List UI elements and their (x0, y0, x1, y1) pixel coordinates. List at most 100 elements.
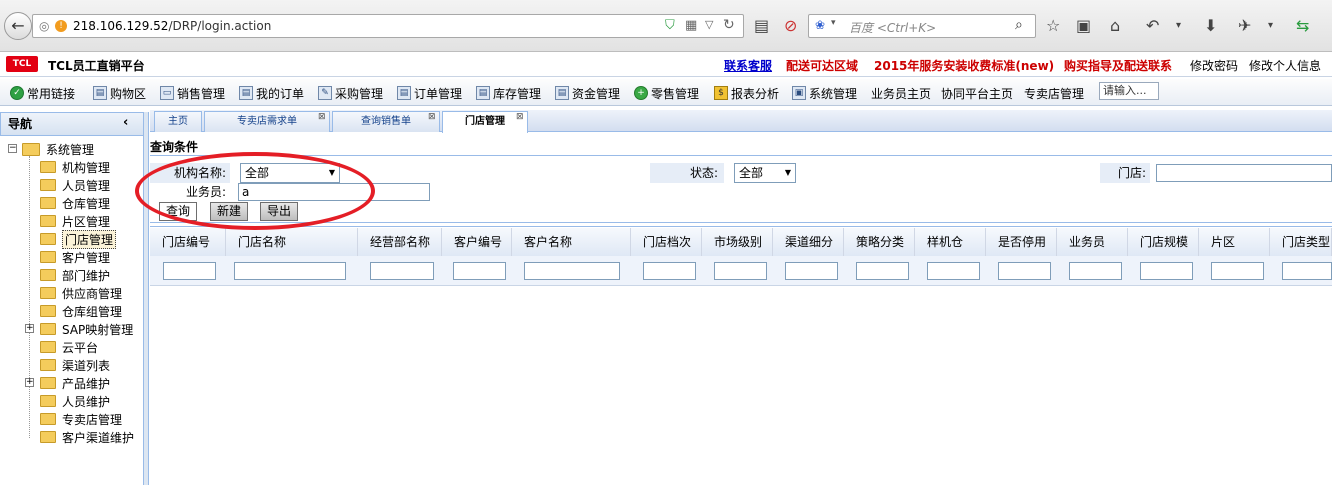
nav-item-customer[interactable]: 客户管理 (40, 248, 110, 266)
tree-expand-icon[interactable]: + (25, 324, 34, 333)
nav-item-store[interactable]: 门店管理 (40, 229, 117, 249)
filter-store-type[interactable] (1282, 262, 1332, 280)
home-icon[interactable]: ⌂ (1110, 16, 1120, 35)
filter-channel-detail[interactable] (785, 262, 838, 280)
dropdown-arrow-icon[interactable]: ▽ (705, 18, 713, 31)
close-icon[interactable]: ⊠ (516, 112, 524, 122)
toolbar-item-shopping[interactable]: ▤ 购物区 (93, 84, 146, 102)
col-customer-name[interactable]: 客户名称 (512, 228, 631, 256)
col-store-name[interactable]: 门店名称 (226, 228, 358, 256)
qrcode-icon[interactable]: ▦ (685, 18, 697, 33)
filter-disabled[interactable] (998, 262, 1051, 280)
address-bar[interactable]: ◎ ! 218.106.129.52/DRP/login.action ⛉ ▦ … (32, 14, 744, 38)
reload-icon[interactable]: ↻ (723, 17, 735, 33)
header-link-delivery-area[interactable]: 配送可达区域 (786, 57, 858, 74)
col-store-type[interactable]: 门店类型 (1270, 228, 1332, 256)
header-link-purchase-guide[interactable]: 购买指导及配送联系 (1064, 57, 1172, 74)
sync-arrows-icon[interactable]: ⇆ (1296, 16, 1309, 35)
download-icon[interactable]: ⬇ (1204, 16, 1217, 35)
nav-item-warehouse[interactable]: 仓库管理 (40, 194, 110, 212)
tab-home[interactable]: 主页 (154, 111, 202, 132)
browser-search[interactable]: ❀ ▾ 百度 <Ctrl+K> ⌕ (808, 14, 1036, 38)
undo-icon[interactable]: ↶ (1146, 16, 1159, 35)
col-store-code[interactable]: 门店编号 (150, 228, 226, 256)
filter-market-level[interactable] (714, 262, 767, 280)
nav-item-warehouse-group[interactable]: 仓库组管理 (40, 302, 122, 320)
filter-customer-code[interactable] (453, 262, 506, 280)
tree-root[interactable]: 系统管理 (22, 140, 94, 158)
nav-item-product[interactable]: 产品维护 (40, 374, 110, 392)
filter-store-name[interactable] (234, 262, 346, 280)
store-input[interactable] (1156, 164, 1332, 182)
col-disabled[interactable]: 是否停用 (986, 228, 1057, 256)
filter-region[interactable] (1211, 262, 1264, 280)
toolbar-item-sales[interactable]: ▭ 销售管理 (160, 84, 225, 102)
header-link-install-fee[interactable]: 2015年服务安装收费标准(new) (874, 57, 1054, 74)
chevron-down-icon[interactable]: ▾ (1268, 20, 1273, 31)
filter-store-grade[interactable] (643, 262, 696, 280)
close-icon[interactable]: ⊠ (428, 112, 436, 122)
filter-store-code[interactable] (163, 262, 216, 280)
close-icon[interactable]: ⊠ (318, 112, 326, 122)
filter-salesman[interactable] (1069, 262, 1122, 280)
header-link-edit-profile[interactable]: 修改个人信息 (1249, 57, 1321, 74)
search-engine-dropdown-icon[interactable]: ▾ (831, 18, 836, 28)
col-region[interactable]: 片区 (1199, 228, 1270, 256)
toolbar-item-salesman-home[interactable]: 业务员主页 (871, 84, 931, 102)
filter-strategy[interactable] (856, 262, 909, 280)
nav-item-department[interactable]: 部门维护 (40, 266, 110, 284)
block-icon[interactable]: ⊘ (784, 16, 797, 35)
header-link-change-password[interactable]: 修改密码 (1190, 57, 1238, 74)
nav-item-staff[interactable]: 人员管理 (40, 176, 110, 194)
filter-store-size[interactable] (1140, 262, 1193, 280)
toolbar-item-collab-home[interactable]: 协同平台主页 (941, 84, 1013, 102)
bookmarks-icon[interactable]: ▣ (1076, 16, 1091, 35)
col-store-grade[interactable]: 门店档次 (631, 228, 702, 256)
filter-demo-warehouse[interactable] (927, 262, 980, 280)
star-icon[interactable]: ☆ (1046, 16, 1060, 35)
tree-collapse-icon[interactable]: − (8, 144, 17, 153)
nav-item-sap-mapping[interactable]: SAP映射管理 (40, 320, 133, 338)
magnifier-icon[interactable]: ⌕ (1015, 17, 1023, 33)
col-salesman[interactable]: 业务员 (1057, 228, 1128, 256)
toolbar-item-inventory[interactable]: ▤ 库存管理 (476, 84, 541, 102)
toolbar-item-orders[interactable]: ▤ 订单管理 (397, 84, 462, 102)
filter-customer-name[interactable] (524, 262, 620, 280)
nav-item-channels[interactable]: 渠道列表 (40, 356, 110, 374)
toolbar-item-purchase[interactable]: ✎ 采购管理 (318, 84, 383, 102)
toolbar-item-common-links[interactable]: ✓ 常用链接 (10, 84, 75, 102)
col-dept-name[interactable]: 经营部名称 (358, 228, 442, 256)
col-demo-warehouse[interactable]: 样机仓 (915, 228, 986, 256)
status-select[interactable]: 全部 ▼ (734, 163, 796, 183)
collapse-left-icon[interactable]: ‹ (123, 115, 128, 130)
nav-item-supplier[interactable]: 供应商管理 (40, 284, 122, 302)
col-channel-detail[interactable]: 渠道细分 (773, 228, 844, 256)
back-button[interactable]: ← (4, 12, 32, 40)
chevron-down-icon[interactable]: ▾ (1176, 20, 1181, 31)
tab-sales-query[interactable]: 查询销售单 (332, 111, 440, 132)
toolbar-item-my-orders[interactable]: ▤ 我的订单 (239, 84, 304, 102)
tree-expand-icon[interactable]: + (25, 378, 34, 387)
col-store-size[interactable]: 门店规模 (1128, 228, 1199, 256)
col-strategy[interactable]: 策略分类 (844, 228, 915, 256)
toolbar-item-retail[interactable]: + 零售管理 (634, 84, 699, 102)
reader-icon[interactable]: ▤ (754, 16, 769, 35)
nav-item-region[interactable]: 片区管理 (40, 212, 110, 230)
header-link-service[interactable]: 联系客服 (724, 57, 772, 74)
nav-item-staff-maint[interactable]: 人员维护 (40, 392, 110, 410)
shield-icon[interactable]: ⛉ (665, 18, 675, 33)
nav-item-cloud[interactable]: 云平台 (40, 338, 98, 356)
toolbar-search-input[interactable]: 请输入... (1099, 82, 1159, 100)
tab-store-demand[interactable]: 专卖店需求单 (204, 111, 330, 132)
nav-splitter[interactable] (144, 112, 149, 485)
nav-item-customer-channel[interactable]: 客户渠道维护 (40, 428, 134, 446)
addon-icon[interactable]: ✈ (1238, 16, 1251, 35)
toolbar-item-funds[interactable]: ▤ 资金管理 (555, 84, 620, 102)
col-market-level[interactable]: 市场级别 (702, 228, 773, 256)
toolbar-item-system[interactable]: ▣ 系统管理 (792, 84, 857, 102)
toolbar-item-reports[interactable]: $ 报表分析 (714, 84, 779, 102)
toolbar-item-store-mgmt[interactable]: 专卖店管理 (1024, 84, 1084, 102)
filter-dept-name[interactable] (370, 262, 434, 280)
col-customer-code[interactable]: 客户编号 (442, 228, 512, 256)
nav-item-exclusive-store[interactable]: 专卖店管理 (40, 410, 122, 428)
